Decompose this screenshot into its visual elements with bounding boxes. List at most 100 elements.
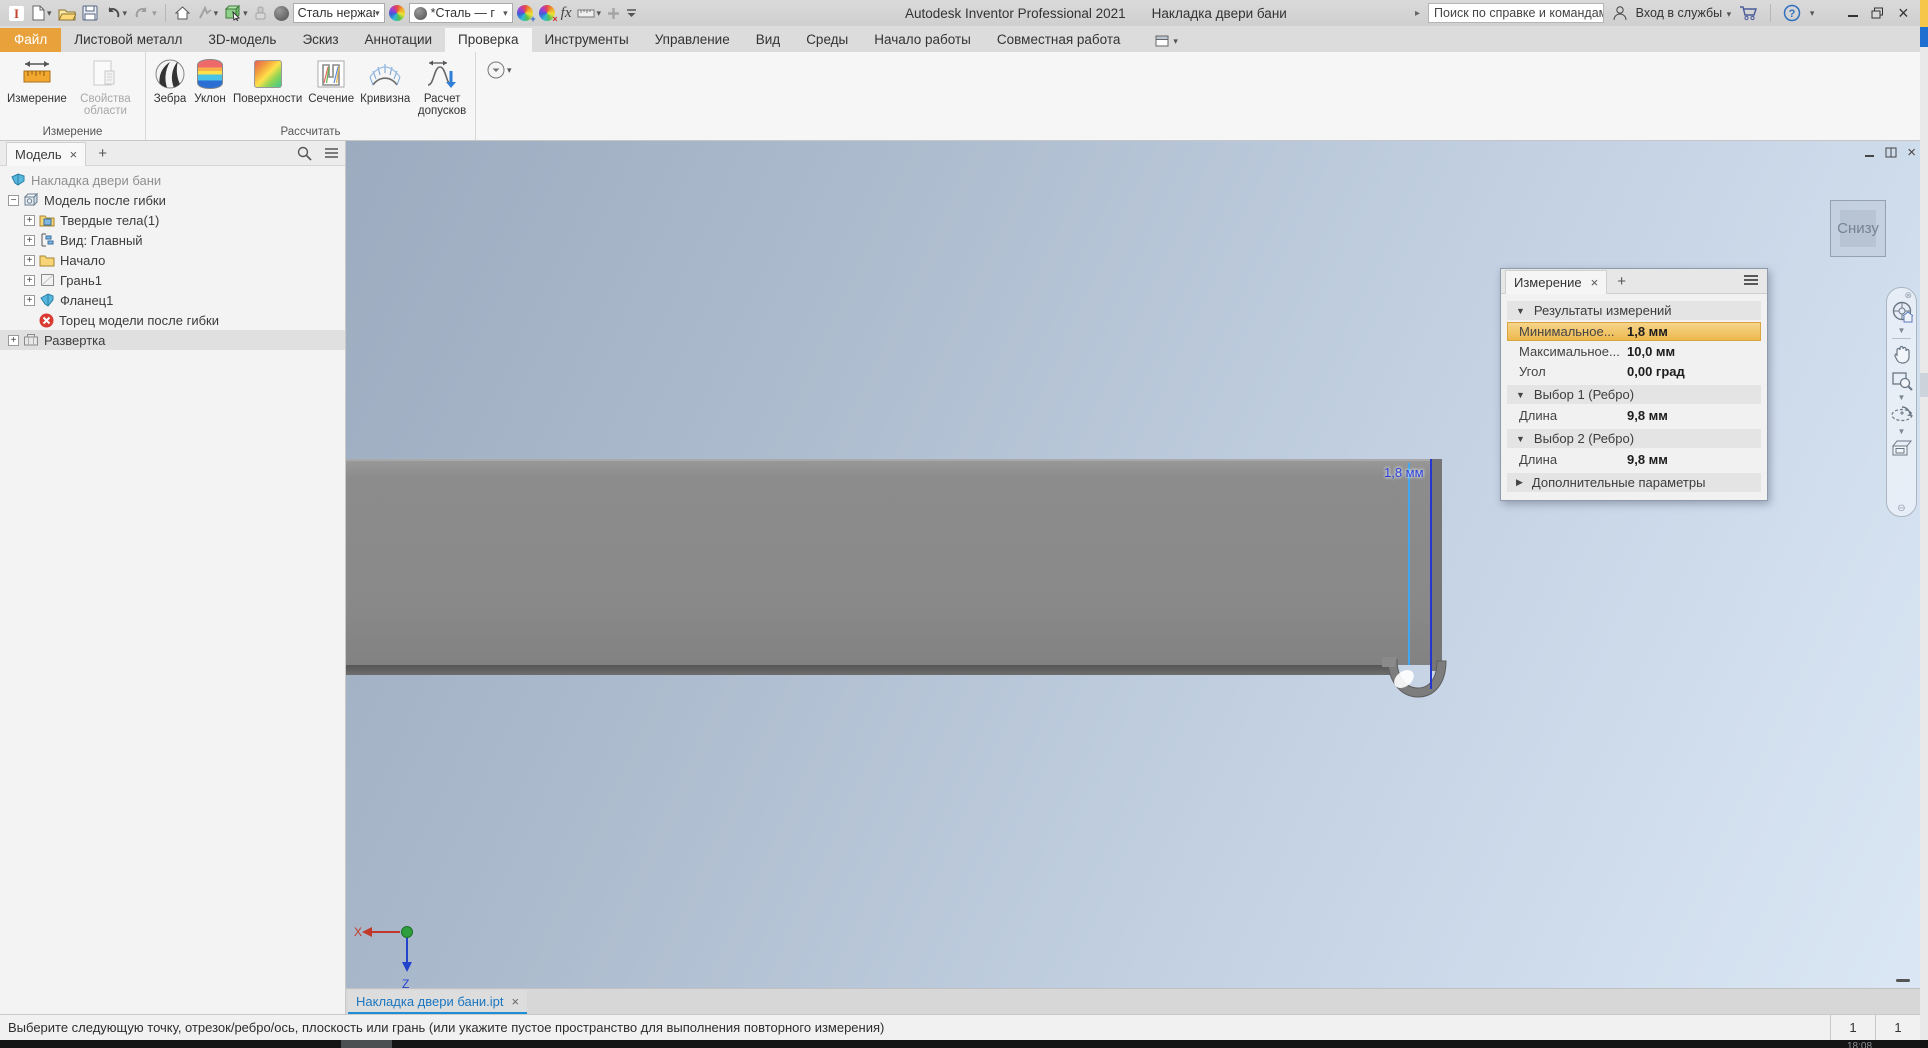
navbar-close-icon[interactable]: ⊗ — [1904, 291, 1912, 299]
tab-sheet-metal[interactable]: Листовой металл — [61, 28, 195, 52]
adjust-sphere-icon[interactable] — [272, 2, 291, 24]
measure-panel-add-tab-button[interactable]: + — [1617, 273, 1626, 290]
measure-panel-menu-icon[interactable] — [1743, 274, 1763, 289]
pan-hand-icon[interactable] — [1891, 344, 1913, 366]
measure-dropdown-icon[interactable]: ▾ — [596, 8, 601, 19]
undo-dropdown-icon[interactable]: ▾ — [123, 8, 128, 19]
tree-item-flat-pattern[interactable]: + Развертка — [0, 330, 345, 350]
measure-button[interactable]: Измерение — [4, 55, 70, 124]
measurement-line-1[interactable] — [1408, 463, 1410, 665]
surface-analysis-button[interactable]: Поверхности — [230, 55, 305, 124]
browser-tab-close-icon[interactable]: × — [70, 147, 78, 162]
model-dropdown-icon[interactable]: ▾ — [243, 8, 248, 19]
look-at-icon[interactable] — [1890, 438, 1914, 458]
section-selection2[interactable]: ▼ Выбор 2 (Ребро) — [1507, 429, 1761, 448]
tab-environments[interactable]: Среды — [793, 28, 861, 52]
tree-expander[interactable]: + — [24, 275, 35, 286]
tree-item-view-main[interactable]: + Вид: Главный — [0, 230, 345, 250]
tree-expander[interactable]: + — [24, 235, 35, 246]
row-minimum[interactable]: Минимальное... 1,8 мм — [1507, 322, 1761, 341]
material-combo-arrow-icon[interactable]: ▾ — [375, 8, 380, 19]
redo-button[interactable]: ▾ — [131, 2, 159, 24]
tree-expander[interactable]: + — [24, 215, 35, 226]
sketch-dropdown-icon[interactable]: ▾ — [214, 8, 219, 19]
browser-tab-model[interactable]: Модель × — [6, 142, 86, 166]
orbit-icon[interactable] — [1890, 404, 1914, 426]
redo-dropdown-icon[interactable]: ▾ — [152, 8, 157, 19]
browser-add-tab-button[interactable]: + — [98, 145, 107, 162]
orbit-dropdown-icon[interactable]: ▼ — [1898, 428, 1906, 436]
appearance-clear-sphere-icon[interactable]: × — [537, 2, 557, 24]
tab-annotations[interactable]: Аннотации — [352, 28, 445, 52]
appearance-add-sphere-icon[interactable]: + — [515, 2, 535, 24]
sign-in-button[interactable]: Вход в службы ▾ — [1636, 6, 1731, 20]
row-angle[interactable]: Угол 0,00 град — [1507, 362, 1761, 381]
tree-expander[interactable]: + — [8, 335, 19, 346]
tab-inspect[interactable]: Проверка — [445, 28, 531, 52]
measure-ruler-button[interactable]: ▾ — [575, 2, 603, 24]
model-cube-button[interactable]: ▾ — [222, 2, 250, 24]
appearance-combo-arrow-icon[interactable]: ▾ — [503, 8, 508, 19]
row-length2[interactable]: Длина 9,8 мм — [1507, 450, 1761, 469]
row-length1[interactable]: Длина 9,8 мм — [1507, 406, 1761, 425]
file-tab-close-icon[interactable]: × — [512, 994, 520, 1009]
inventor-logo-icon[interactable]: I — [6, 2, 27, 24]
new-file-dropdown-icon[interactable]: ▾ — [47, 8, 52, 19]
help-icon[interactable]: ? — [1783, 4, 1800, 22]
section-results[interactable]: ▼ Результаты измерений — [1507, 301, 1761, 320]
draft-analysis-button[interactable]: Уклон — [190, 55, 230, 124]
section-analysis-button[interactable]: Сечение — [305, 55, 357, 124]
tab-view[interactable]: Вид — [743, 28, 793, 52]
tab-collaborate[interactable]: Совместная работа — [984, 28, 1134, 52]
measure-panel-close-icon[interactable]: × — [1591, 275, 1599, 290]
browser-search-icon[interactable] — [297, 146, 312, 161]
navbar-collapse-icon[interactable]: ⊖ — [1897, 504, 1905, 513]
clamp-button[interactable] — [252, 2, 270, 24]
close-button[interactable]: × — [1895, 4, 1912, 22]
doc-close-icon[interactable]: × — [1907, 147, 1916, 158]
ribbon-display-toggle[interactable]: ▾ — [1155, 35, 1178, 52]
customize-qat-button[interactable] — [624, 2, 639, 24]
save-button[interactable] — [80, 2, 100, 24]
new-file-button[interactable]: ▾ — [29, 2, 54, 24]
curvature-analysis-button[interactable]: Кривизна — [357, 55, 413, 124]
tree-item-solid-bodies[interactable]: + Твердые тела(1) — [0, 210, 345, 230]
sheet-metal-part-face[interactable] — [346, 459, 1438, 665]
file-tab[interactable]: Накладка двери бани.ipt × — [348, 990, 527, 1014]
view-cube[interactable]: Снизу — [1830, 200, 1886, 257]
tree-expander[interactable]: − — [8, 195, 19, 206]
tab-file[interactable]: Файл — [0, 28, 61, 52]
tree-expander[interactable]: + — [24, 255, 35, 266]
tab-tools[interactable]: Инструменты — [532, 28, 642, 52]
measure-panel-tab[interactable]: Измерение × — [1505, 270, 1607, 294]
browser-menu-icon[interactable] — [324, 147, 339, 159]
add-plus-button[interactable] — [605, 2, 622, 24]
section-advanced[interactable]: ▶ Дополнительные параметры — [1507, 473, 1761, 492]
tree-item-folded-model[interactable]: − Модель после гибки — [0, 190, 345, 210]
open-file-button[interactable] — [56, 2, 78, 24]
restore-button[interactable] — [1869, 4, 1886, 22]
tolerance-analysis-button[interactable]: Расчет допусков — [413, 55, 471, 124]
help-dropdown-icon[interactable]: ▾ — [1810, 8, 1815, 19]
row-maximum[interactable]: Максимальное... 10,0 мм — [1507, 342, 1761, 361]
appearance-sphere-icon[interactable] — [387, 2, 407, 24]
cart-icon[interactable] — [1739, 5, 1758, 21]
search-expand-icon[interactable]: ▸ — [1415, 8, 1420, 19]
doc-minimize-icon[interactable] — [1864, 147, 1875, 158]
appearance-combo[interactable]: *Сталь — г ▾ — [409, 3, 513, 23]
parameters-fx-button[interactable]: fx — [559, 2, 574, 24]
tree-item-flange1[interactable]: + Фланец1 — [0, 290, 345, 310]
tab-3d-model[interactable]: 3D-модель — [195, 28, 289, 52]
measurement-line-2[interactable] — [1430, 459, 1432, 689]
home-button[interactable] — [172, 2, 193, 24]
help-search-input[interactable]: Поиск по справке и командам. — [1428, 3, 1604, 23]
tree-item-origin[interactable]: + Начало — [0, 250, 345, 270]
sign-in-person-icon[interactable] — [1612, 5, 1627, 21]
doc-restore-icon[interactable] — [1885, 147, 1897, 158]
tree-item-end-of-folded[interactable]: Торец модели после гибки — [0, 310, 345, 330]
section-selection1[interactable]: ▼ Выбор 1 (Ребро) — [1507, 385, 1761, 404]
material-combo[interactable]: Сталь нержав ▾ — [293, 3, 385, 23]
navbar-dropdown-icon[interactable]: ▼ — [1898, 327, 1906, 335]
zoom-window-icon[interactable] — [1891, 370, 1913, 392]
undo-button[interactable]: ▾ — [102, 2, 130, 24]
